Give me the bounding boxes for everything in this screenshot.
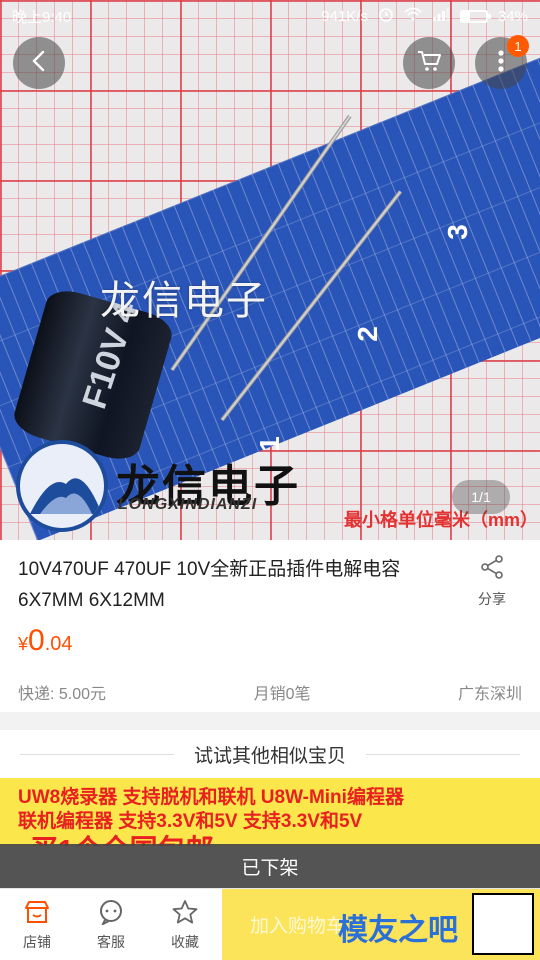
brand-name-en: LONGXINDIANZI (118, 496, 258, 513)
delisted-notice: 已下架 (0, 844, 540, 888)
more-button[interactable]: 1 (475, 35, 529, 89)
similar-item-banner[interactable]: UW8烧录器 支持脱机和联机 U8W-Mini编程器 联机编程器 支持3.3V和… (0, 778, 540, 846)
product-image[interactable]: 1 2 3 F10V 4 龙信电子 龙信电子 LONGXINDIANZI 最小格… (0, 0, 540, 540)
store-icon (23, 899, 51, 932)
divider (20, 753, 174, 755)
monthly-sales: 月销0笔 (253, 686, 311, 703)
product-meta: 快递: 5.00元 月销0笔 广东深圳 (18, 680, 522, 704)
chat-icon (97, 899, 125, 932)
watermark: 龙信电子 (100, 278, 268, 324)
site-watermark: 模友之吧 (338, 913, 458, 948)
battery-icon (459, 9, 491, 23)
wifi-icon (404, 7, 422, 25)
star-icon (171, 899, 199, 932)
signal-icon (432, 7, 450, 25)
ruler-number: 2 (351, 326, 383, 342)
shop-tab[interactable]: 店铺 (0, 889, 74, 960)
status-time: 晚上9:40 (12, 8, 72, 26)
ruler-number: 3 (441, 224, 473, 240)
similar-section-header: 试试其他相似宝贝 (0, 730, 540, 778)
price-decimal: .04 (44, 633, 73, 655)
service-label: 客服 (97, 933, 125, 950)
divider (366, 753, 521, 755)
service-tab[interactable]: 客服 (74, 889, 148, 960)
battery-percent: 34% (497, 7, 528, 25)
network-speed: 941K/s (321, 7, 368, 25)
banner-line: UW8烧录器 支持脱机和联机 U8W-Mini编程器 (18, 787, 404, 808)
shipping-fee: 快递: 5.00元 (18, 686, 107, 703)
share-label: 分享 (478, 591, 506, 607)
more-vertical-icon (497, 49, 505, 78)
notification-badge: 1 (507, 35, 529, 57)
ship-location: 广东深圳 (457, 686, 522, 703)
share-button[interactable]: 分享 (470, 554, 514, 609)
chevron-left-icon (29, 49, 49, 78)
cart-icon (416, 49, 442, 78)
price-currency: ¥ (18, 634, 29, 654)
share-icon (479, 554, 505, 583)
cart-button[interactable] (403, 37, 455, 89)
back-button[interactable] (13, 37, 65, 89)
favorite-tab[interactable]: 收藏 (148, 889, 222, 960)
shop-label: 店铺 (23, 933, 51, 950)
add-to-cart-button[interactable]: 加入购物车 模友之吧 (222, 889, 540, 960)
brand-logo (16, 440, 108, 532)
image-pager: 1/1 (452, 480, 510, 514)
bottom-action-bar: 店铺 客服 收藏 加入购物车 模友之吧 (0, 888, 540, 960)
alarm-icon (378, 6, 394, 26)
product-title: 10V470UF 470UF 10V全新正品插件电解电容 6X7MM 6X12M… (18, 559, 401, 611)
favorite-label: 收藏 (171, 933, 199, 950)
price: ¥0.04 (18, 624, 73, 658)
similar-heading: 试试其他相似宝贝 (194, 745, 347, 767)
unit-note: 最小格单位毫米（mm） (344, 510, 539, 530)
qr-code (472, 893, 534, 955)
price-integer: 0 (28, 624, 45, 657)
product-info: 10V470UF 470UF 10V全新正品插件电解电容 6X7MM 6X12M… (0, 540, 540, 712)
add-to-cart-label: 加入购物车 (250, 916, 346, 937)
status-bar: 晚上9:40 941K/s 34% (0, 0, 540, 32)
